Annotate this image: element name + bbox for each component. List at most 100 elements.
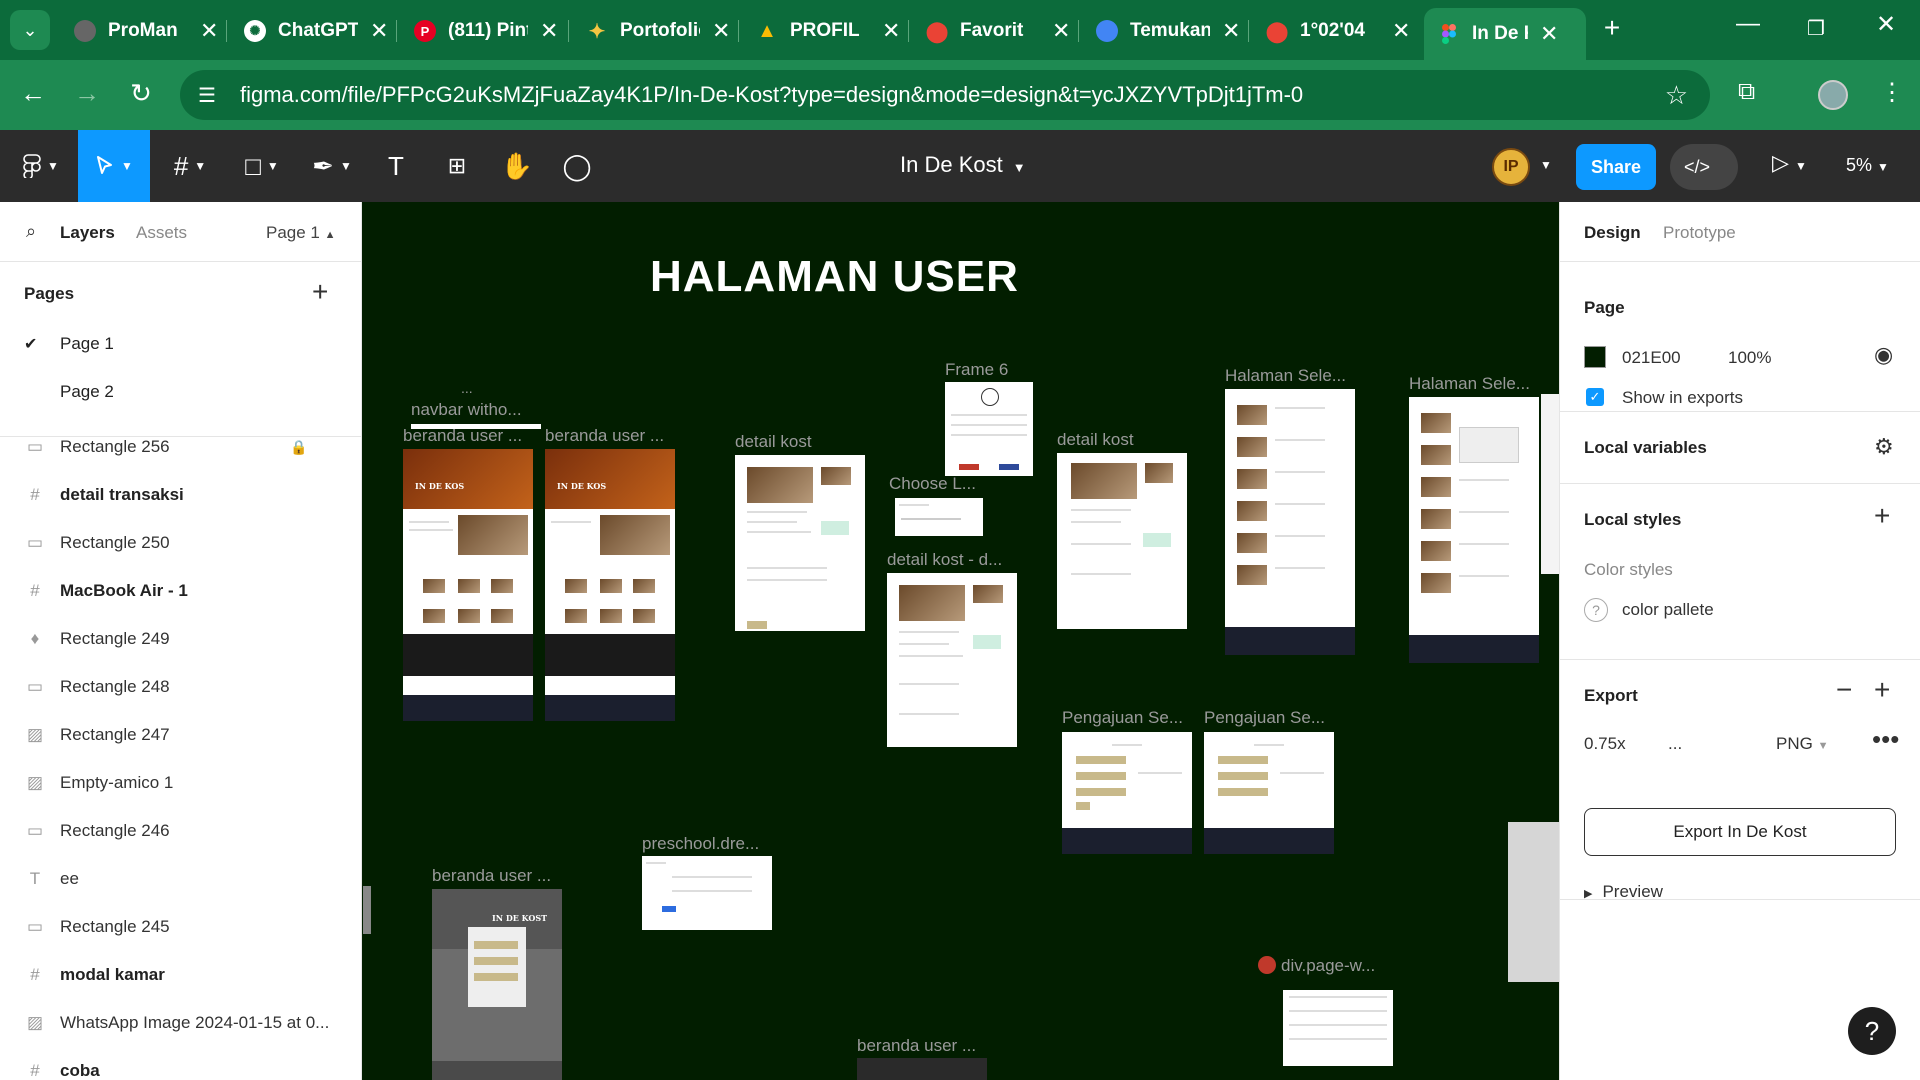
layer-row[interactable]: # coba — [0, 1047, 361, 1080]
tab-assets[interactable]: Assets — [136, 223, 187, 243]
close-tab-icon[interactable]: ✕ — [1392, 18, 1410, 44]
remove-export-icon[interactable]: − — [1836, 674, 1852, 706]
partial-frame[interactable] — [1508, 822, 1559, 982]
frame-label[interactable]: beranda user ... — [432, 866, 551, 886]
layer-row[interactable]: ▭ Rectangle 256 🔒 — [0, 423, 361, 471]
move-tool-icon[interactable]: ▼ — [78, 130, 150, 202]
export-scale[interactable]: 0.75x — [1584, 734, 1626, 754]
search-icon[interactable]: ⌕ — [26, 221, 36, 242]
design-canvas[interactable]: HALAMAN USER ... navbar witho... beranda… — [363, 202, 1559, 1080]
browser-tab[interactable]: Temukan ✕ — [1096, 8, 1240, 54]
color-style-item[interactable]: color pallete — [1622, 600, 1714, 620]
frame-label[interactable]: div.page-w... — [1281, 956, 1375, 976]
site-settings-icon[interactable]: ☰ — [198, 83, 224, 108]
layer-row[interactable]: ▭ Rectangle 246 — [0, 807, 361, 855]
close-tab-icon[interactable]: ✕ — [200, 18, 218, 44]
export-suffix[interactable]: ... — [1668, 734, 1682, 754]
export-button[interactable]: Export In De Kost — [1584, 808, 1896, 856]
profile-avatar[interactable] — [1818, 80, 1848, 110]
bookmark-star-icon[interactable]: ☆ — [1665, 80, 1688, 111]
resources-tool-icon[interactable]: ⊞ — [432, 130, 482, 202]
browser-menu-icon[interactable]: ⋮ — [1880, 78, 1904, 107]
browser-tab-active[interactable]: In De Kost ✕ — [1424, 8, 1586, 60]
tab-design[interactable]: Design — [1584, 223, 1641, 243]
lock-icon[interactable]: 🔒 — [290, 439, 307, 456]
add-style-icon[interactable]: + — [1874, 500, 1890, 532]
layer-row[interactable]: # modal kamar — [0, 951, 361, 999]
present-icon[interactable]: ▷ ▼ — [1772, 150, 1807, 176]
choose-location-frame[interactable] — [895, 498, 983, 536]
frame-label[interactable]: Pengajuan Se... — [1204, 708, 1325, 728]
beranda-user-frame[interactable]: IN DE KOS — [545, 449, 675, 721]
text-tool-icon[interactable]: T — [372, 130, 420, 202]
url-omnibox[interactable]: ☰ figma.com/file/PFPcG2uKsMZjFuaZay4K1P/… — [180, 70, 1710, 120]
close-tab-icon[interactable]: ✕ — [1540, 21, 1558, 47]
layer-row[interactable]: ▭ Rectangle 245 — [0, 903, 361, 951]
close-tab-icon[interactable]: ✕ — [712, 18, 730, 44]
hand-tool-icon[interactable]: ✋ — [492, 130, 542, 202]
layer-row[interactable]: ▨ Empty-amico 1 — [0, 759, 361, 807]
reload-icon[interactable]: ↻ — [124, 78, 158, 109]
browser-tab[interactable]: ▲ PROFIL ✕ — [756, 8, 900, 54]
tab-search-menu-icon[interactable]: ⌄ — [10, 10, 50, 50]
share-button[interactable]: Share — [1576, 144, 1656, 190]
preschool-frame[interactable] — [642, 856, 772, 930]
frame-label[interactable]: detail kost — [735, 432, 812, 452]
frame-label[interactable]: detail kost - d... — [887, 550, 1002, 570]
detail-kost-frame[interactable] — [735, 455, 865, 631]
pengajuan-frame[interactable] — [1204, 732, 1334, 854]
frame-label[interactable]: Halaman Sele... — [1225, 366, 1346, 386]
export-format[interactable]: PNG ▼ — [1776, 734, 1828, 754]
frame-label[interactable]: Pengajuan Se... — [1062, 708, 1183, 728]
url-text[interactable]: figma.com/file/PFPcG2uKsMZjFuaZay4K1P/In… — [240, 82, 1303, 108]
close-tab-icon[interactable]: ✕ — [1052, 18, 1070, 44]
frame-6[interactable] — [945, 382, 1033, 476]
back-icon[interactable]: ← — [16, 78, 50, 109]
browser-tab[interactable]: ⬤ Favorit ✕ — [926, 8, 1071, 54]
add-page-icon[interactable]: + — [312, 276, 328, 308]
detail-kost-frame[interactable] — [1057, 453, 1187, 629]
user-avatar[interactable]: IP — [1492, 148, 1530, 186]
dev-mode-toggle[interactable]: </> — [1670, 144, 1738, 190]
frame-label[interactable]: ... — [461, 380, 473, 396]
show-in-exports-checkbox[interactable]: ✓ — [1586, 388, 1604, 406]
beranda-user-frame[interactable] — [857, 1058, 987, 1080]
layer-row[interactable]: ▨ WhatsApp Image 2024-01-15 at 0... — [0, 999, 361, 1047]
pengajuan-frame[interactable] — [1062, 732, 1192, 854]
browser-tab[interactable]: ✦ Portofolio ✕ — [586, 8, 731, 54]
shape-tool-icon[interactable]: □ ▼ — [232, 130, 292, 202]
frame-label[interactable]: beranda user ... — [545, 426, 664, 446]
layer-row[interactable]: T ee — [0, 855, 361, 903]
close-window-icon[interactable]: ✕ — [1866, 10, 1906, 39]
variables-settings-icon[interactable]: ⚙ — [1874, 434, 1894, 460]
forward-icon[interactable]: → — [70, 78, 104, 109]
frame-label[interactable]: preschool.dre... — [642, 834, 759, 854]
close-tab-icon[interactable]: ✕ — [540, 18, 558, 44]
frame-label[interactable]: detail kost — [1057, 430, 1134, 450]
browser-tab[interactable]: ProMan ✕ — [74, 8, 218, 54]
frame-tool-icon[interactable]: # ▼ — [160, 130, 220, 202]
beranda-user-frame[interactable]: IN DE KOS — [403, 449, 533, 721]
close-tab-icon[interactable]: ✕ — [1222, 18, 1240, 44]
canvas-section-title[interactable]: HALAMAN USER — [650, 252, 1019, 302]
detail-kost-d-frame[interactable] — [887, 573, 1017, 747]
comment-tool-icon[interactable]: ◯ — [552, 130, 602, 202]
frame-label[interactable]: beranda user ... — [403, 426, 522, 446]
page-color-hex[interactable]: 021E00 — [1622, 348, 1681, 368]
layer-row[interactable]: ♦ Rectangle 249 — [0, 615, 361, 663]
page-color-swatch[interactable] — [1584, 346, 1606, 368]
halaman-selengkapnya-frame[interactable] — [1409, 397, 1539, 663]
frame-label[interactable]: Halaman Sele... — [1409, 374, 1530, 394]
frame-label[interactable]: Choose L... — [889, 474, 976, 494]
tab-prototype[interactable]: Prototype — [1663, 223, 1736, 243]
close-tab-icon[interactable]: ✕ — [882, 18, 900, 44]
partial-frame[interactable] — [1541, 394, 1559, 574]
browser-tab[interactable]: ⬤ 1°02'04 ✕ — [1266, 8, 1411, 54]
frame-label[interactable]: Frame 6 — [945, 360, 1008, 380]
preview-toggle[interactable]: ▶ Preview — [1584, 882, 1663, 902]
zoom-level[interactable]: 5% ▼ — [1846, 155, 1889, 176]
browser-tab[interactable]: ✺ ChatGPT ✕ — [244, 8, 388, 54]
document-title[interactable]: In De Kost ▼ — [900, 152, 1026, 178]
partial-frame[interactable] — [363, 886, 371, 934]
main-menu-icon[interactable]: ▼ — [10, 130, 72, 202]
